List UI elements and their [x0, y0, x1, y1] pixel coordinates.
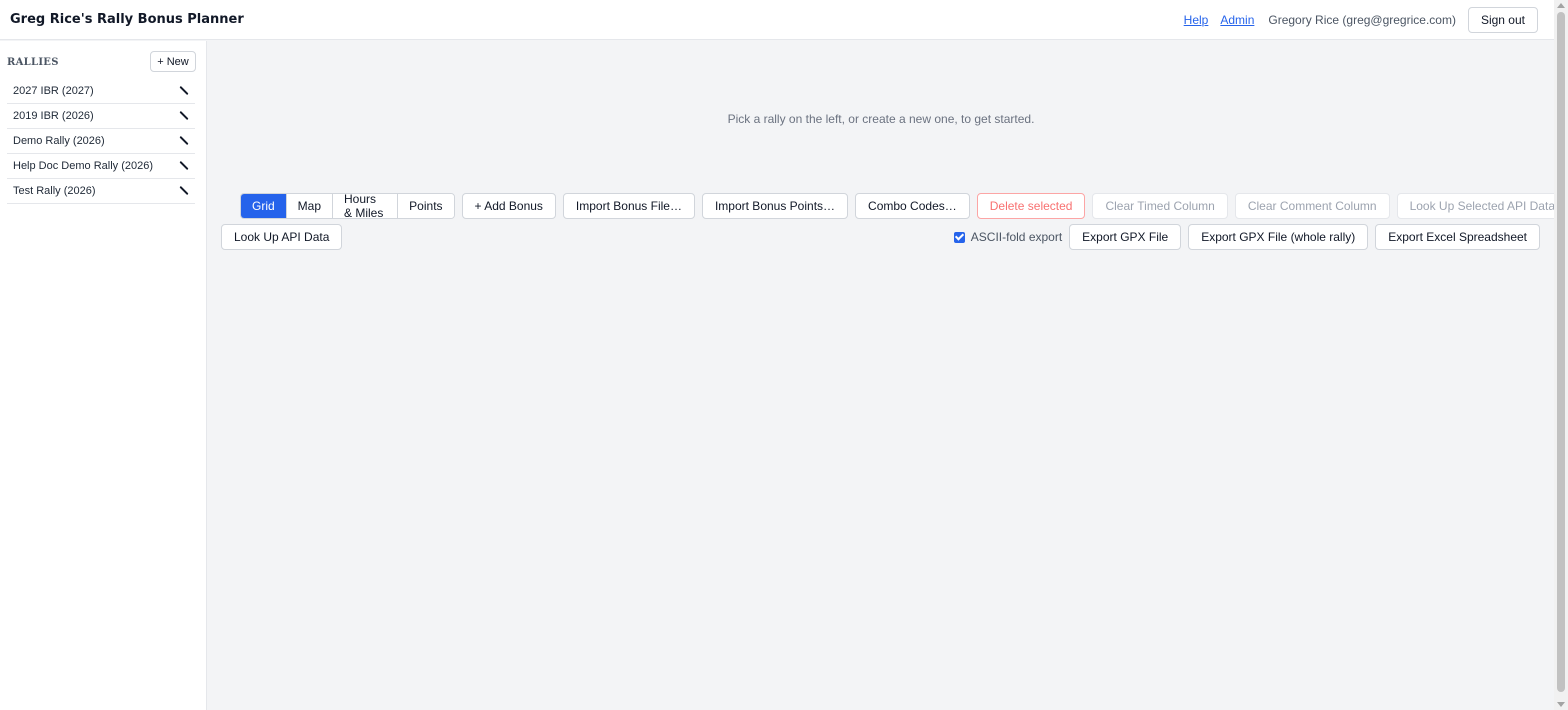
- rally-item-label: Help Doc Demo Rally (2026): [13, 160, 153, 172]
- rally-item-label: 2019 IBR (2026): [13, 110, 94, 122]
- clear-comment-column-button[interactable]: Clear Comment Column: [1234, 193, 1390, 219]
- import-bonus-file-button[interactable]: Import Bonus File…: [562, 193, 695, 219]
- tab-map[interactable]: Map: [286, 194, 334, 218]
- rally-item[interactable]: 2019 IBR (2026): [7, 104, 195, 129]
- edit-pencil-icon[interactable]: [179, 161, 189, 171]
- scroll-down-arrow-icon[interactable]: [1557, 702, 1565, 707]
- edit-pencil-icon[interactable]: [179, 86, 189, 96]
- toolbar: Grid Map Hours & Miles Points + Add Bonu…: [240, 193, 1568, 219]
- page-scrollbar[interactable]: [1554, 0, 1568, 710]
- add-bonus-button[interactable]: + Add Bonus: [461, 193, 556, 219]
- rally-item[interactable]: Help Doc Demo Rally (2026): [7, 154, 195, 179]
- delete-selected-button[interactable]: Delete selected: [976, 193, 1086, 219]
- header-actions: Help Admin Gregory Rice (greg@gregrice.c…: [1184, 7, 1538, 33]
- lookup-api-data-button[interactable]: Look Up API Data: [221, 224, 343, 250]
- scroll-up-arrow-icon[interactable]: [1557, 3, 1565, 8]
- sidebar: RALLIES + New 2027 IBR (2027) 2019 IBR (…: [0, 41, 207, 710]
- rally-item[interactable]: Test Rally (2026): [7, 179, 195, 204]
- sign-out-button[interactable]: Sign out: [1467, 7, 1538, 33]
- scroll-thumb[interactable]: [1557, 12, 1565, 692]
- user-label: Gregory Rice (greg@gregrice.com): [1268, 13, 1456, 27]
- import-bonus-points-button[interactable]: Import Bonus Points…: [701, 193, 849, 219]
- rally-item[interactable]: 2027 IBR (2027): [7, 79, 195, 104]
- app-title: Greg Rice's Rally Bonus Planner: [10, 12, 244, 27]
- rally-item-label: Test Rally (2026): [13, 185, 96, 197]
- app-header: Greg Rice's Rally Bonus Planner Help Adm…: [0, 0, 1554, 40]
- combo-codes-button[interactable]: Combo Codes…: [855, 193, 970, 219]
- view-tabs: Grid Map Hours & Miles Points: [240, 193, 455, 219]
- ascii-fold-label: ASCII-fold export: [970, 230, 1063, 244]
- rally-item[interactable]: Demo Rally (2026): [7, 129, 195, 154]
- tab-hours-miles[interactable]: Hours & Miles: [333, 194, 399, 218]
- export-toolbar: ASCII-fold export Export GPX File Export…: [953, 224, 1540, 250]
- rally-list: 2027 IBR (2027) 2019 IBR (2026) Demo Ral…: [7, 79, 195, 204]
- rally-item-label: Demo Rally (2026): [13, 135, 105, 147]
- export-gpx-whole-rally-button[interactable]: Export GPX File (whole rally): [1188, 224, 1369, 250]
- tab-grid[interactable]: Grid: [241, 194, 287, 218]
- help-link[interactable]: Help: [1184, 13, 1209, 27]
- export-gpx-button[interactable]: Export GPX File: [1069, 224, 1182, 250]
- new-rally-button[interactable]: + New: [150, 51, 196, 72]
- ascii-fold-checkbox[interactable]: [953, 231, 965, 243]
- clear-timed-column-button[interactable]: Clear Timed Column: [1092, 193, 1228, 219]
- sidebar-heading: RALLIES: [7, 57, 59, 68]
- export-excel-button[interactable]: Export Excel Spreadsheet: [1375, 224, 1540, 250]
- rally-item-label: 2027 IBR (2027): [13, 85, 94, 97]
- edit-pencil-icon[interactable]: [179, 136, 189, 146]
- empty-state-message: Pick a rally on the left, or create a ne…: [727, 112, 1035, 126]
- lookup-selected-api-button[interactable]: Look Up Selected API Data: [1396, 193, 1568, 219]
- admin-link[interactable]: Admin: [1220, 13, 1254, 27]
- ascii-fold-toggle[interactable]: ASCII-fold export: [953, 230, 1063, 244]
- edit-pencil-icon[interactable]: [179, 111, 189, 121]
- tab-points[interactable]: Points: [398, 194, 454, 218]
- edit-pencil-icon[interactable]: [179, 186, 189, 196]
